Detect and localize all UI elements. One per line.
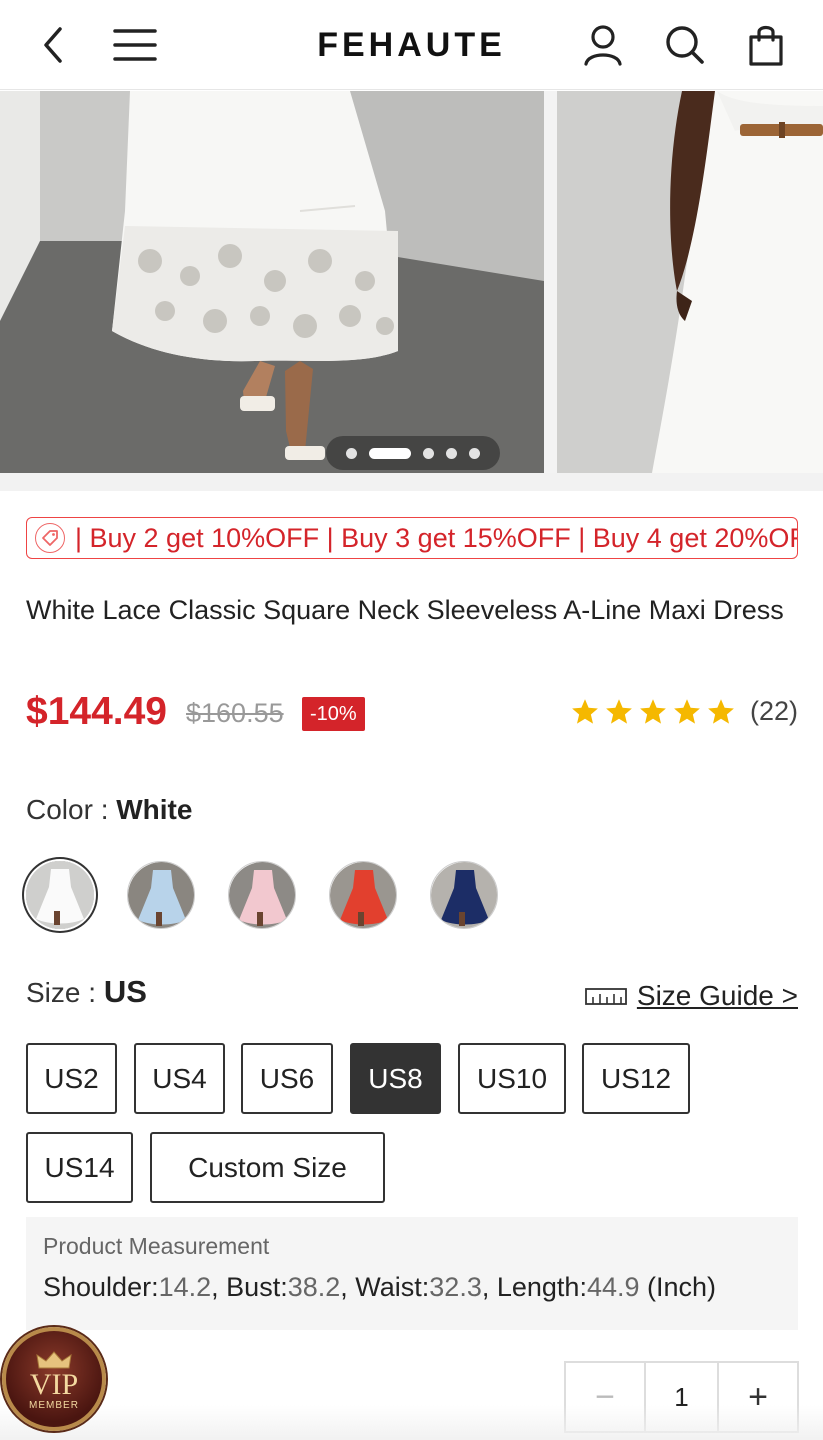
star-icon bbox=[572, 698, 598, 724]
measurement-title: Product Measurement bbox=[43, 1233, 270, 1259]
color-swatches bbox=[26, 861, 498, 929]
size-guide-link[interactable]: Size Guide > bbox=[584, 980, 798, 1012]
measurement-unit: (Inch) bbox=[647, 1272, 717, 1302]
rating-summary[interactable]: (22) bbox=[570, 696, 798, 727]
size-label: Size : US bbox=[26, 974, 147, 1010]
gallery-dot[interactable] bbox=[423, 447, 434, 459]
gallery-dot-active[interactable] bbox=[369, 447, 411, 459]
quantity-decrease-button[interactable]: − bbox=[566, 1363, 644, 1431]
star-icon bbox=[640, 698, 666, 724]
size-option-us8[interactable]: US8 bbox=[350, 1043, 441, 1114]
original-price: $160.55 bbox=[186, 698, 284, 728]
size-option-us2[interactable]: US2 bbox=[26, 1043, 117, 1114]
price-row: $144.49 $160.55 -10% (22) bbox=[26, 690, 798, 738]
top-header: FEHAUTE bbox=[0, 0, 823, 90]
length-label: Length: bbox=[496, 1272, 587, 1302]
selected-color: White bbox=[116, 794, 193, 825]
size-option-us4[interactable]: US4 bbox=[134, 1043, 225, 1114]
bust-value: 38.2 bbox=[287, 1272, 341, 1302]
discount-badge: -10% bbox=[302, 697, 365, 731]
section-divider bbox=[0, 473, 823, 491]
product-image-gallery[interactable] bbox=[0, 91, 823, 473]
product-measurement: Product Measurement Shoulder:14.2, Bust:… bbox=[26, 1217, 798, 1330]
color-swatch-red[interactable] bbox=[329, 861, 397, 929]
star-icon bbox=[674, 698, 700, 724]
star-icon bbox=[708, 698, 734, 724]
product-image-main[interactable] bbox=[0, 91, 544, 473]
size-guide-label[interactable]: Size Guide > bbox=[637, 980, 798, 1012]
vip-subtext: MEMBER bbox=[29, 1399, 79, 1411]
review-count[interactable]: (22) bbox=[750, 696, 798, 727]
tag-icon bbox=[35, 523, 65, 553]
gallery-dot[interactable] bbox=[446, 447, 457, 459]
quantity-stepper: − 1 + bbox=[564, 1361, 799, 1433]
color-swatch-pink[interactable] bbox=[228, 861, 296, 929]
measurement-values: Shoulder:14.2, Bust:38.2, Waist:32.3, Le… bbox=[43, 1272, 717, 1302]
ruler-icon bbox=[584, 988, 627, 1005]
color-label: Color : White bbox=[26, 794, 192, 826]
promo-banner[interactable]: | Buy 2 get 10%OFF | Buy 3 get 15%OFF | … bbox=[26, 517, 798, 559]
size-option-us14[interactable]: US14 bbox=[26, 1132, 133, 1203]
color-swatch-navy[interactable] bbox=[430, 861, 498, 929]
waist-value: 32.3 bbox=[429, 1272, 482, 1302]
account-icon[interactable] bbox=[580, 22, 626, 68]
gallery-pagination[interactable] bbox=[326, 436, 500, 470]
size-option-us12[interactable]: US12 bbox=[582, 1043, 690, 1114]
color-swatch-light-blue[interactable] bbox=[127, 861, 195, 929]
promo-text: | Buy 2 get 10%OFF | Buy 3 get 15%OFF | … bbox=[75, 522, 798, 553]
size-option-us6[interactable]: US6 bbox=[241, 1043, 333, 1114]
search-icon[interactable] bbox=[662, 22, 708, 68]
length-value: 44.9 bbox=[586, 1272, 640, 1302]
product-image-secondary[interactable] bbox=[557, 91, 823, 473]
star-rating bbox=[570, 697, 736, 727]
size-option-us10[interactable]: US10 bbox=[458, 1043, 566, 1114]
product-title: White Lace Classic Square Neck Sleeveles… bbox=[26, 595, 784, 625]
gallery-dot[interactable] bbox=[346, 447, 357, 459]
size-system: US bbox=[103, 974, 147, 1009]
current-price: $144.49 bbox=[26, 690, 167, 733]
crown-icon bbox=[36, 1350, 72, 1368]
quantity-value[interactable]: 1 bbox=[644, 1363, 719, 1431]
color-label-text: Color : bbox=[26, 794, 117, 825]
star-icon bbox=[606, 698, 632, 724]
color-swatch-white[interactable] bbox=[26, 861, 94, 929]
bust-label: Bust: bbox=[226, 1272, 288, 1302]
shoulder-label: Shoulder: bbox=[43, 1272, 159, 1302]
shopping-bag-icon[interactable] bbox=[743, 22, 789, 68]
gallery-dot[interactable] bbox=[469, 447, 480, 459]
shoulder-value: 14.2 bbox=[158, 1272, 212, 1302]
quantity-increase-button[interactable]: + bbox=[719, 1363, 797, 1431]
waist-label: Waist: bbox=[355, 1272, 430, 1302]
vip-text: VIP bbox=[29, 1367, 79, 1401]
vip-member-badge[interactable]: VIP MEMBER bbox=[2, 1327, 106, 1431]
size-label-text: Size : bbox=[26, 977, 104, 1008]
size-option-custom[interactable]: Custom Size bbox=[150, 1132, 385, 1203]
